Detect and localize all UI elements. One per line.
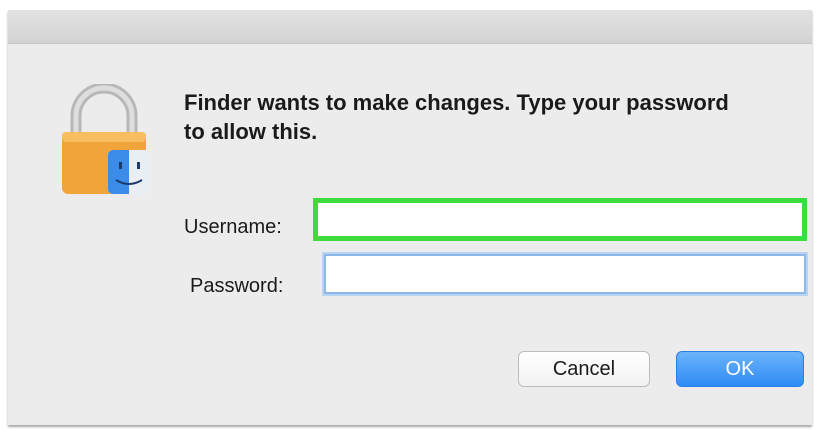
- password-label: Password:: [190, 275, 284, 297]
- dialog-message: Finder wants to make changes. Type your …: [184, 90, 729, 144]
- password-field[interactable]: [324, 254, 806, 294]
- dialog-titlebar[interactable]: [8, 10, 812, 44]
- cancel-button[interactable]: Cancel: [518, 351, 650, 387]
- username-field[interactable]: [313, 198, 807, 241]
- authentication-dialog: Finder wants to make changes. Type your …: [8, 10, 812, 425]
- lock-with-finder-icon: [54, 82, 154, 196]
- username-label: Username:: [184, 216, 282, 238]
- ok-button[interactable]: OK: [676, 351, 804, 387]
